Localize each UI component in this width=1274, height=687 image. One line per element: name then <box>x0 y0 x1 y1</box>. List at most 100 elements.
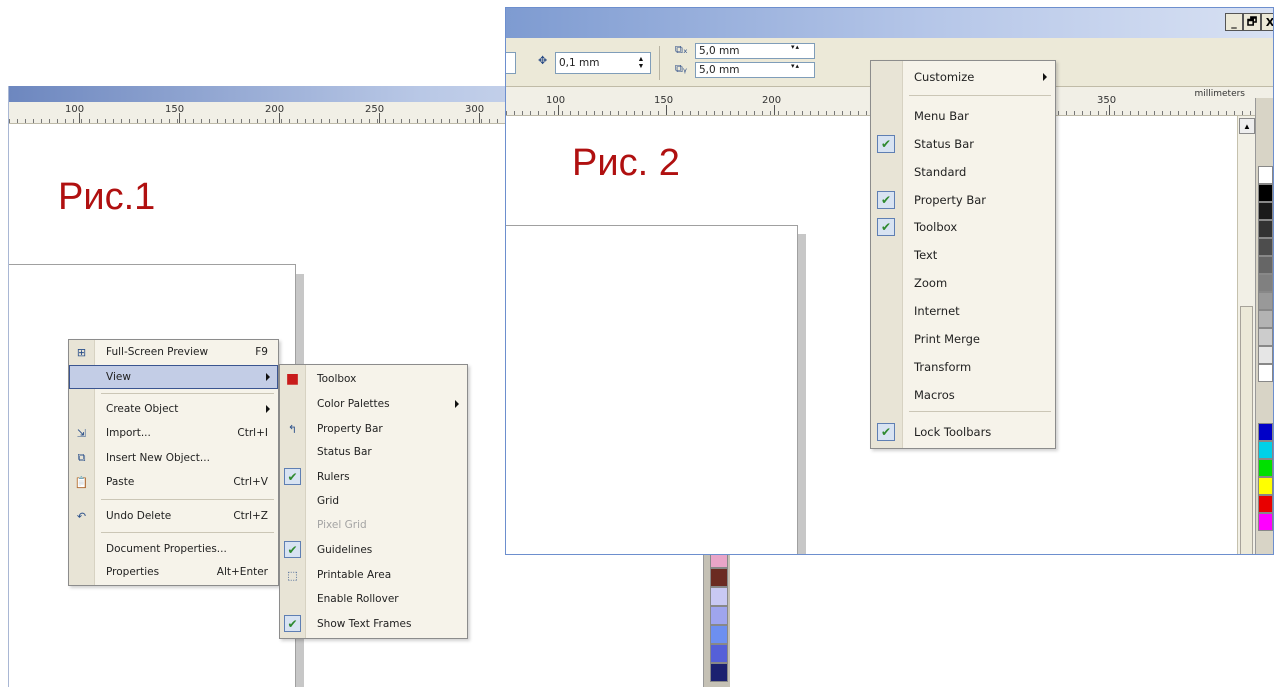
palette-swatch[interactable] <box>710 606 728 625</box>
palette-swatch[interactable] <box>1258 310 1273 328</box>
menu-item-shortcut: Alt+Enter <box>216 566 268 578</box>
palette-swatch[interactable] <box>1258 274 1273 292</box>
checkmark-icon: ✔ <box>877 135 895 153</box>
ruler-major-tick <box>774 105 775 115</box>
menu-item-full-screen-preview[interactable]: ⊞ Full-Screen Preview F9 <box>69 340 278 364</box>
menu-item-customize[interactable]: Customize <box>871 63 1055 91</box>
menu-item-status-bar[interactable]: Status Bar <box>280 440 467 464</box>
undo-icon: ↶ <box>76 509 87 523</box>
restore-button[interactable]: 🗗 <box>1243 13 1261 31</box>
palette-swatch[interactable] <box>1258 364 1273 382</box>
menu-item-standard[interactable]: Standard <box>871 158 1055 186</box>
palette-swatch[interactable] <box>1258 220 1273 238</box>
palette-swatch[interactable] <box>1258 256 1273 274</box>
menu-item-undo-delete[interactable]: ↶ Undo Delete Ctrl+Z <box>69 504 278 528</box>
palette-swatch[interactable] <box>1258 346 1273 364</box>
color-palette[interactable] <box>1255 98 1273 554</box>
nudge-spin-arrows[interactable]: ▲ ▼ <box>634 56 648 70</box>
minimize-button[interactable]: _ <box>1225 13 1243 31</box>
checkmark-icon: ✔ <box>877 191 895 209</box>
palette-swatch[interactable] <box>1258 441 1273 459</box>
menu-item-status-bar[interactable]: ✔ Status Bar <box>871 130 1055 158</box>
palette-swatch[interactable] <box>1258 238 1273 256</box>
palette-swatch[interactable] <box>1258 184 1273 202</box>
palette-swatch[interactable] <box>1258 513 1273 531</box>
menu-item-label: Text <box>914 248 938 262</box>
menu-item-property-bar[interactable]: ✔ Property Bar <box>871 186 1055 214</box>
scroll-up-icon[interactable]: ▲ <box>1239 118 1255 134</box>
duplicate-y-value: 5,0 mm <box>699 64 740 76</box>
menu-item-label: Lock Toolbars <box>914 425 992 439</box>
menu-item-property-bar[interactable]: ↰ Property Bar <box>280 417 467 441</box>
palette-swatch[interactable] <box>710 587 728 606</box>
palette-swatch[interactable] <box>1258 495 1273 513</box>
palette-swatch[interactable] <box>1258 423 1273 441</box>
menu-item-lock-toolbars[interactable]: ✔ Lock Toolbars <box>871 418 1055 446</box>
palette-swatch[interactable] <box>1258 459 1273 477</box>
truncated-field[interactable] <box>506 52 516 74</box>
menu-item-label: Guidelines <box>317 544 373 556</box>
menu-item-transform[interactable]: Transform <box>871 353 1055 381</box>
checkmark-icon: ✔ <box>284 615 301 632</box>
palette-swatch[interactable] <box>710 568 728 587</box>
menu-item-label: Toolbox <box>317 373 357 385</box>
palette-swatch[interactable] <box>1258 202 1273 220</box>
scroll-thumb[interactable] <box>1240 306 1253 554</box>
menu-item-label: Internet <box>914 304 960 318</box>
menu-item-create-object[interactable]: Create Object <box>69 397 278 421</box>
palette-swatch[interactable] <box>1258 477 1273 495</box>
window-titlebar: _ 🗗 X <box>506 8 1273 38</box>
menu-item-menu-bar[interactable]: Menu Bar <box>871 102 1055 130</box>
palette-swatch[interactable] <box>710 625 728 644</box>
palette-swatch[interactable] <box>710 663 728 682</box>
menu-item-rulers[interactable]: ✔ Rulers <box>280 465 467 489</box>
ruler-major-tick <box>558 105 559 115</box>
menu-separator <box>101 532 274 533</box>
menu-item-document-properties[interactable]: Document Properties... <box>69 537 278 561</box>
menu-item-label: View <box>106 371 131 383</box>
palette-swatch[interactable] <box>710 644 728 663</box>
palette-swatch[interactable] <box>1258 166 1273 184</box>
menu-item-toolbox[interactable]: ✔ Toolbox <box>871 213 1055 241</box>
menu-separator <box>909 411 1051 412</box>
palette-swatch[interactable] <box>1258 328 1273 346</box>
menu-item-label: Print Merge <box>914 332 981 346</box>
menu-item-label: Property Bar <box>317 423 383 435</box>
checkmark-icon: ✔ <box>877 423 895 441</box>
context-menu: ⊞ Full-Screen Preview F9 View Create Obj… <box>68 339 279 586</box>
duplicate-x-spin-arrows[interactable]: ▾ ▴ <box>791 44 811 51</box>
toolbar-separator <box>659 46 660 80</box>
palette-swatch[interactable] <box>1258 292 1273 310</box>
menu-item-pixel-grid: Pixel Grid <box>280 513 467 537</box>
menu-item-show-text-frames[interactable]: ✔ Show Text Frames <box>280 612 467 636</box>
menu-item-guidelines[interactable]: ✔ Guidelines <box>280 538 467 562</box>
menu-item-enable-rollover[interactable]: Enable Rollover <box>280 587 467 611</box>
menu-item-grid[interactable]: Grid <box>280 489 467 513</box>
menu-item-label: Zoom <box>914 276 948 290</box>
menu-item-label: Pixel Grid <box>317 519 367 531</box>
close-button[interactable]: X <box>1261 13 1273 31</box>
ruler-number: 200 <box>762 95 782 106</box>
menu-item-color-palettes[interactable]: Color Palettes <box>280 392 467 416</box>
drawing-page[interactable] <box>506 225 798 554</box>
menu-item-insert-new-object[interactable]: ⧉ Insert New Object... <box>69 446 278 470</box>
menu-item-properties[interactable]: Properties Alt+Enter <box>69 560 278 584</box>
menu-item-import[interactable]: ⇲ Import... Ctrl+I <box>69 421 278 445</box>
menu-item-zoom[interactable]: Zoom <box>871 269 1055 297</box>
ruler-major-tick <box>666 105 667 115</box>
menu-item-printable-area[interactable]: ⬚ Printable Area <box>280 563 467 587</box>
menu-item-print-merge[interactable]: Print Merge <box>871 325 1055 353</box>
menu-item-view[interactable]: View <box>69 365 278 389</box>
vertical-scrollbar[interactable]: ▲ <box>1237 116 1255 554</box>
menu-item-text[interactable]: Text <box>871 241 1055 269</box>
menu-item-toolbox[interactable]: ■ Toolbox <box>280 367 467 391</box>
ruler-number: 250 <box>365 104 385 115</box>
color-palette[interactable] <box>703 547 730 687</box>
menu-item-internet[interactable]: Internet <box>871 297 1055 325</box>
menu-item-label: Full-Screen Preview <box>106 346 209 358</box>
duplicate-y-spin-arrows[interactable]: ▾ ▴ <box>791 63 811 70</box>
menu-item-macros[interactable]: Macros <box>871 381 1055 409</box>
toolbox-icon: ■ <box>285 371 300 387</box>
window-controls: _ 🗗 X <box>1225 13 1273 31</box>
menu-item-paste[interactable]: 📋 Paste Ctrl+V <box>69 470 278 494</box>
